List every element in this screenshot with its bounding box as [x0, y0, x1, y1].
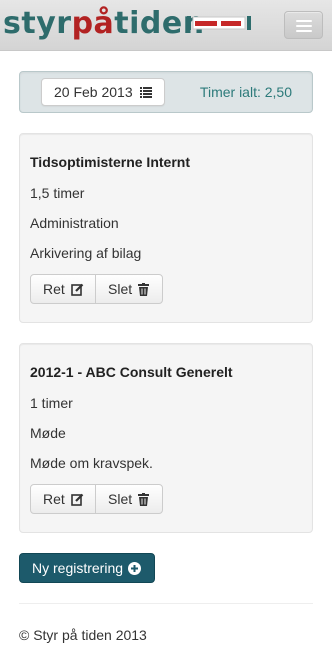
total-hours-text: Timer ialt: 2,50: [199, 84, 292, 100]
day-summary: 20 Feb 2013 Timer ialt: 2,50: [19, 71, 313, 113]
trash-icon: [138, 493, 149, 506]
edit-icon: [71, 283, 84, 296]
delete-button[interactable]: Slet: [95, 274, 163, 304]
date-picker-button[interactable]: 20 Feb 2013: [41, 78, 165, 106]
brand-logo[interactable]: styrpåtiden: [3, 6, 205, 42]
plus-circle-icon: [128, 562, 141, 575]
list-icon: [140, 87, 152, 98]
time-entry-card: Tidsoptimisterne Internt 1,5 timer Admin…: [19, 133, 313, 323]
brand-part-styr: styr: [3, 6, 72, 41]
hamburger-icon-bar: [296, 25, 312, 27]
delete-label: Slet: [108, 491, 133, 507]
date-label: 20 Feb 2013: [54, 84, 133, 100]
entry-project: 2012-1 - ABC Consult Generelt: [30, 364, 233, 380]
edit-label: Ret: [43, 491, 65, 507]
entry-project: Tidsoptimisterne Internt: [30, 154, 190, 170]
entry-activity: Administration: [30, 215, 119, 231]
delete-label: Slet: [108, 281, 133, 297]
footer-divider: [19, 603, 313, 604]
menu-toggle-button[interactable]: [284, 11, 323, 39]
navbar: styrpåtiden: [0, 0, 332, 51]
trash-icon: [138, 283, 149, 296]
new-registration-button[interactable]: Ny registrering: [19, 553, 155, 583]
brand-part-paa: på: [71, 6, 115, 41]
edit-label: Ret: [43, 281, 65, 297]
footer-copyright: © Styr på tiden 2013: [19, 627, 147, 643]
hamburger-icon: [296, 20, 312, 22]
edit-button[interactable]: Ret: [30, 274, 96, 304]
time-entry-card: 2012-1 - ABC Consult Generelt 1 timer Mø…: [19, 343, 313, 533]
edit-icon: [71, 493, 84, 506]
entry-description: Arkivering af bilag: [30, 245, 142, 261]
edit-button[interactable]: Ret: [30, 484, 96, 514]
hamburger-icon-bar: [296, 30, 312, 32]
entry-hours: 1 timer: [30, 395, 73, 411]
delete-button[interactable]: Slet: [95, 484, 163, 514]
entry-actions: Ret Slet: [30, 274, 163, 304]
new-registration-label: Ny registrering: [32, 560, 124, 576]
entry-actions: Ret Slet: [30, 484, 163, 514]
clock-hands-logo-icon: [187, 16, 251, 30]
entry-hours: 1,5 timer: [30, 185, 85, 201]
entry-activity: Møde: [30, 425, 66, 441]
entry-description: Møde om kravspek.: [30, 455, 153, 471]
